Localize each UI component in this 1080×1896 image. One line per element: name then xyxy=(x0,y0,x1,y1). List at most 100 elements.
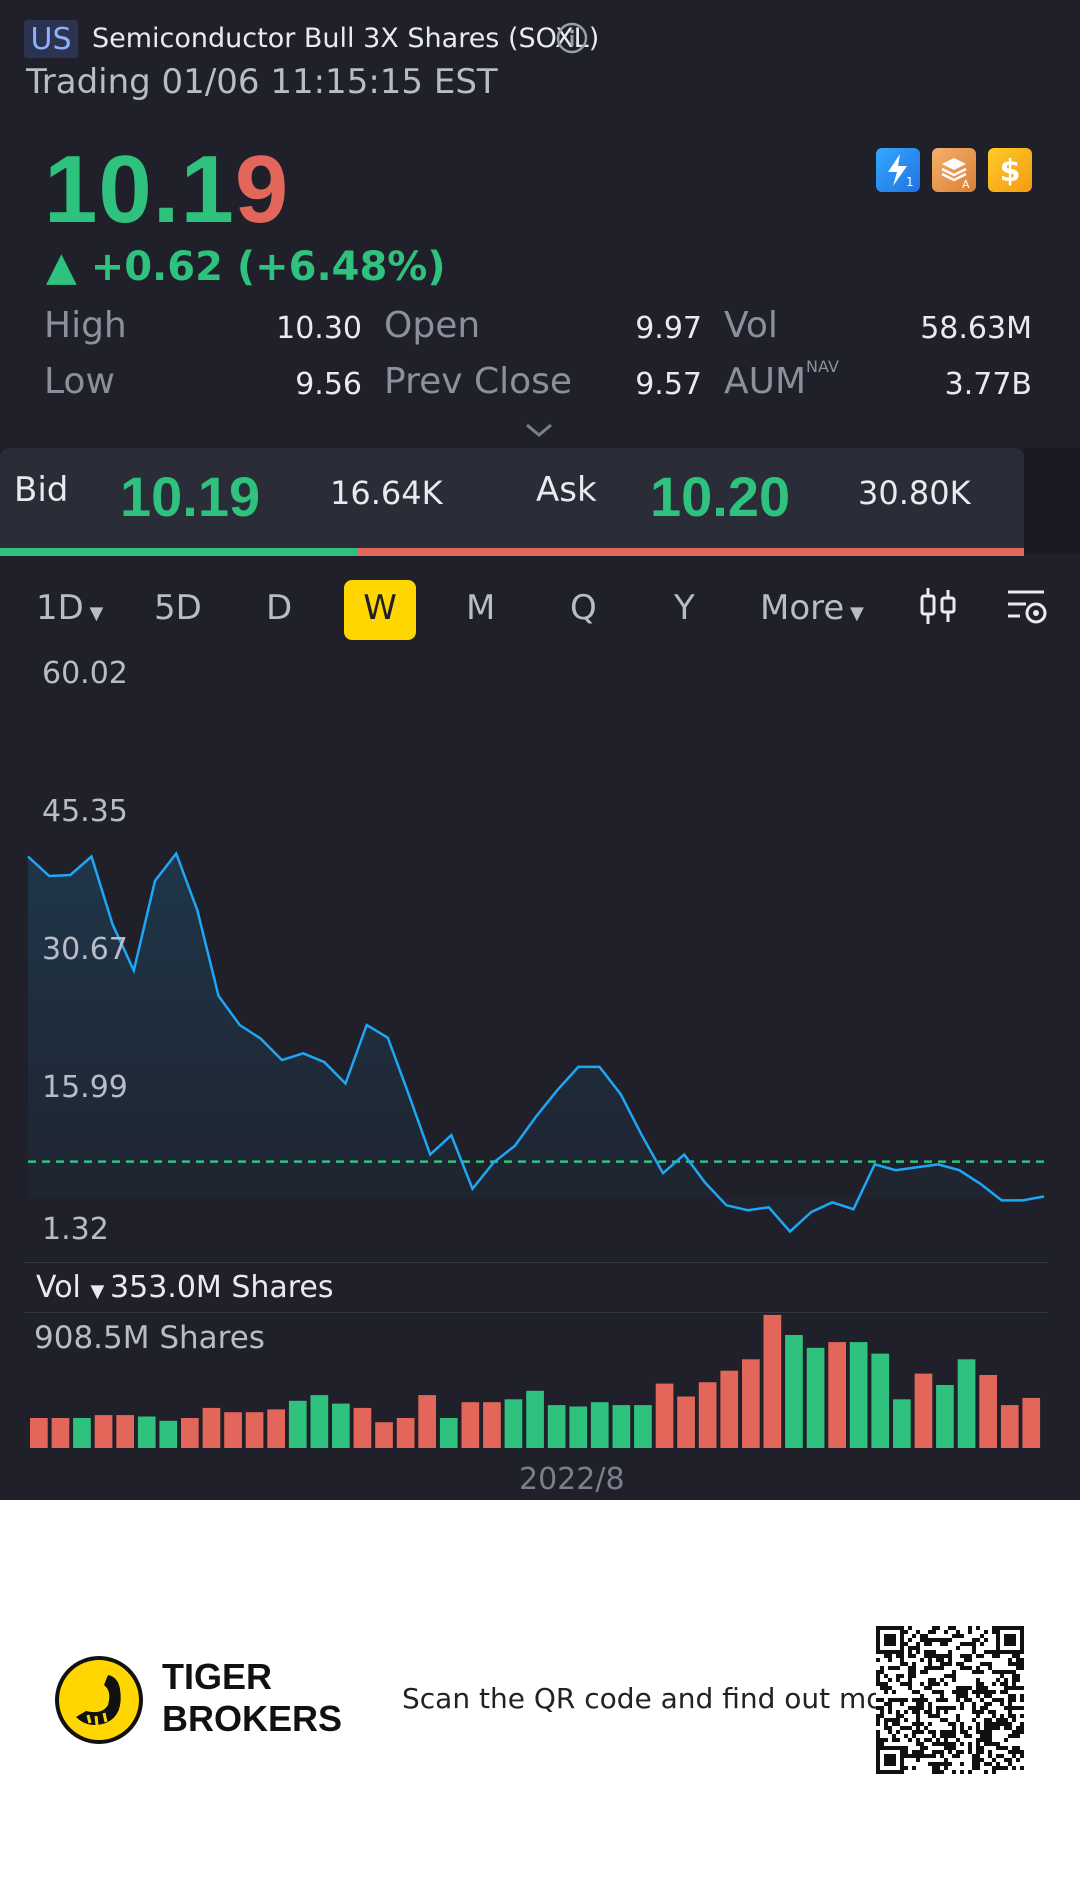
qr-module xyxy=(940,1770,944,1774)
qr-module xyxy=(1004,1682,1008,1686)
qr-module xyxy=(960,1750,964,1754)
qr-module xyxy=(1012,1698,1016,1702)
qr-module xyxy=(908,1706,912,1710)
qr-module xyxy=(988,1666,992,1670)
qr-module xyxy=(980,1662,984,1666)
ask-ratio-bar xyxy=(358,548,1024,556)
qr-module xyxy=(896,1746,900,1750)
qr-module xyxy=(956,1634,960,1638)
chevron-down-icon[interactable] xyxy=(524,420,554,440)
qr-module xyxy=(996,1650,1000,1654)
qr-module xyxy=(1016,1726,1020,1730)
qr-module xyxy=(892,1718,896,1722)
qr-module xyxy=(892,1666,896,1670)
qr-module xyxy=(944,1718,948,1722)
qr-module xyxy=(988,1742,992,1746)
price-chart[interactable] xyxy=(0,600,1080,1260)
qr-module xyxy=(948,1658,952,1662)
qr-module xyxy=(884,1726,888,1730)
qr-module xyxy=(896,1738,900,1742)
qr-module xyxy=(912,1674,916,1678)
qr-module xyxy=(976,1758,980,1762)
qr-module xyxy=(1012,1766,1016,1770)
volume-bar xyxy=(224,1412,242,1448)
qr-module xyxy=(896,1626,900,1630)
qr-module xyxy=(912,1698,916,1702)
qr-module xyxy=(908,1654,912,1658)
qr-module xyxy=(1020,1722,1024,1726)
market-badge: US xyxy=(24,20,78,58)
qr-module xyxy=(904,1750,908,1754)
volume-bar xyxy=(137,1416,156,1448)
qr-module xyxy=(944,1630,948,1634)
volume-bar xyxy=(30,1418,48,1448)
qr-module xyxy=(932,1678,936,1682)
qr-module xyxy=(896,1650,900,1654)
qr-module xyxy=(900,1662,904,1666)
qr-module xyxy=(964,1730,968,1734)
qr-module xyxy=(972,1670,976,1674)
qr-module xyxy=(948,1730,952,1734)
qr-module xyxy=(988,1694,992,1698)
qr-module xyxy=(904,1682,908,1686)
qr-module xyxy=(948,1706,952,1710)
qr-module xyxy=(896,1714,900,1718)
qr-module xyxy=(996,1754,1000,1758)
layers-icon[interactable]: A xyxy=(932,148,976,192)
qr-module xyxy=(1020,1630,1024,1634)
qr-module xyxy=(976,1746,980,1750)
qr-module xyxy=(928,1682,932,1686)
qr-module xyxy=(932,1766,936,1770)
qr-module xyxy=(980,1670,984,1674)
qr-module xyxy=(916,1714,920,1718)
qr-module xyxy=(912,1666,916,1670)
volume-bar xyxy=(353,1407,372,1448)
bid-label: Bid xyxy=(14,470,69,510)
qr-module xyxy=(876,1642,880,1646)
info-icon[interactable] xyxy=(556,22,588,54)
qr-module xyxy=(964,1642,968,1646)
qr-module xyxy=(888,1746,892,1750)
qr-module xyxy=(972,1638,976,1642)
qr-module xyxy=(996,1742,1000,1746)
qr-module xyxy=(916,1690,920,1694)
qr-module xyxy=(992,1758,996,1762)
qr-module xyxy=(888,1634,892,1638)
qr-module xyxy=(1012,1662,1016,1666)
qr-module xyxy=(900,1650,904,1654)
qr-module xyxy=(900,1634,904,1638)
volume-bar xyxy=(1000,1405,1019,1448)
qr-module xyxy=(948,1750,952,1754)
qr-module xyxy=(948,1654,952,1658)
qr-module xyxy=(996,1654,1000,1658)
qr-module xyxy=(900,1646,904,1650)
qr-module xyxy=(892,1642,896,1646)
qr-module xyxy=(928,1722,932,1726)
lightning-icon[interactable]: 1 xyxy=(876,148,920,192)
qr-module xyxy=(948,1722,952,1726)
qr-module xyxy=(944,1642,948,1646)
qr-module xyxy=(992,1698,996,1702)
qr-module xyxy=(912,1706,916,1710)
qr-module xyxy=(976,1686,980,1690)
qr-module xyxy=(996,1718,1000,1722)
qr-module xyxy=(932,1638,936,1642)
dollar-icon[interactable]: $ xyxy=(988,148,1032,192)
qr-module xyxy=(904,1746,908,1750)
qr-module xyxy=(1016,1666,1020,1670)
qr-module xyxy=(888,1718,892,1722)
qr-module xyxy=(996,1726,1000,1730)
qr-module xyxy=(1004,1766,1008,1770)
qr-module xyxy=(1012,1694,1016,1698)
qr-module xyxy=(976,1714,980,1718)
qr-module xyxy=(904,1754,908,1758)
qr-module xyxy=(1020,1642,1024,1646)
qr-module xyxy=(888,1762,892,1766)
open-label: Open xyxy=(384,305,481,346)
qr-module xyxy=(920,1722,924,1726)
volume-bar xyxy=(590,1402,609,1448)
qr-module xyxy=(876,1750,880,1754)
qr-module xyxy=(896,1654,900,1658)
qr-module xyxy=(896,1710,900,1714)
qr-module xyxy=(876,1734,880,1738)
